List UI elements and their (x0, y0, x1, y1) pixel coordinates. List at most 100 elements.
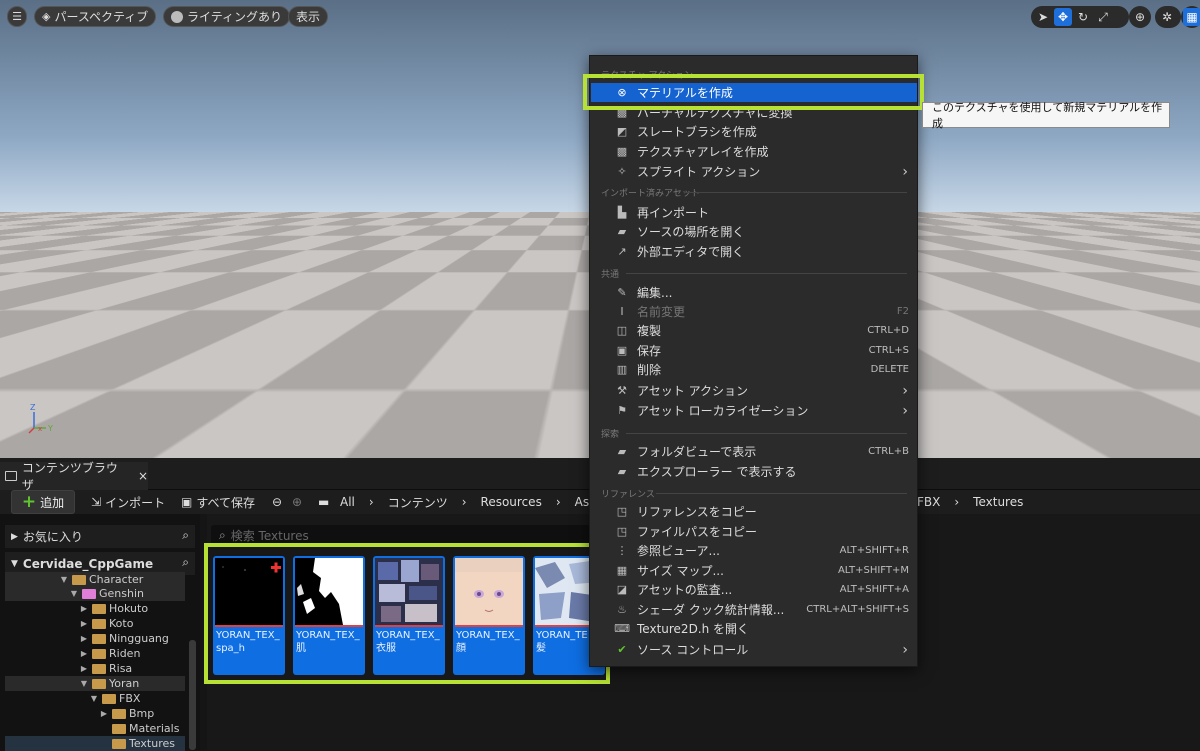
chevron-right-icon: › (902, 402, 908, 419)
sprite-icon: ✧ (617, 165, 627, 178)
menu-item[interactable]: ▰ エクスプローラー で表示する (591, 462, 917, 481)
menu-item[interactable]: ♨ シェーダ クック統計情報... CTRL+ALT+SHIFT+S (591, 600, 917, 619)
menu-item[interactable]: ⌨ Texture2D.h を開く (591, 619, 917, 638)
tree-item-label: Yoran (109, 677, 140, 690)
close-icon[interactable]: × (138, 469, 148, 483)
save-icon: ▣ (616, 344, 628, 357)
breadcrumb-tail: FBX › Textures (917, 490, 1023, 514)
layout-group: ▦ (1181, 6, 1200, 28)
menu-item[interactable]: ↗ 外部エディタで開く (591, 242, 917, 261)
show-button[interactable]: 表示 (288, 6, 329, 27)
tree-item-bmp[interactable]: ▶ Bmp (5, 706, 185, 721)
breadcrumb-item[interactable]: Resources (481, 495, 542, 509)
menu-item[interactable]: ◳ ファイルパスをコピー (591, 522, 917, 541)
back-button[interactable]: ⊖ (272, 490, 282, 514)
select-icon[interactable]: ➤ (1034, 8, 1052, 26)
chevron-right-icon[interactable]: ▶ (79, 664, 89, 673)
chevron-right-icon[interactable]: ▶ (79, 604, 89, 613)
add-button[interactable]: + 追加 (11, 490, 75, 514)
menu-item[interactable]: ▥ 削除 DELETE (591, 360, 917, 379)
chevron-right-icon[interactable]: ▶ (99, 709, 109, 718)
chevron-right-icon[interactable]: ▶ (79, 649, 89, 658)
external-icon: ↗ (617, 245, 627, 258)
source-control-icon: ✔ (617, 643, 627, 656)
arrow-left-icon: ⊖ (272, 495, 283, 509)
menu-item[interactable]: ◪ アセットの監査... ALT+SHIFT+A (591, 580, 917, 599)
copy-ref-icon: ◳ (616, 505, 628, 518)
grid-layout-icon[interactable]: ▦ (1183, 8, 1200, 26)
tree-item-textures[interactable]: Textures (5, 736, 185, 751)
chevron-right-icon: › (954, 495, 960, 509)
tree-item-koto[interactable]: ▶ Koto (5, 616, 185, 631)
menu-item-label: エクスプローラー で表示する (637, 465, 797, 479)
scale-icon[interactable]: ⤢ (1094, 8, 1112, 26)
search-icon[interactable]: ⌕ (182, 555, 189, 570)
chevron-down-icon[interactable]: ▼ (69, 589, 79, 598)
menu-item[interactable]: ✧ スプライト アクション › (591, 162, 917, 181)
menu-item-label: サイズ マップ... (637, 564, 724, 578)
menu-item[interactable]: ✔ ソース コントロール › (591, 640, 917, 659)
chevron-right-icon[interactable]: ▶ (79, 619, 89, 628)
breadcrumb-item[interactable]: Textures (973, 495, 1023, 509)
lighting-button[interactable]: ライティングあり (163, 6, 291, 27)
explorer-icon: ▰ (617, 465, 627, 478)
tree-item-character[interactable]: ▼ Character (5, 572, 185, 587)
menu-item[interactable]: ▦ サイズ マップ... ALT+SHIFT+M (591, 561, 917, 580)
folder-icon (102, 693, 116, 704)
menu-section-header: リファレンス (601, 490, 655, 500)
breadcrumb-item[interactable]: コンテンツ (388, 494, 448, 511)
breadcrumb-item[interactable]: FBX (917, 495, 940, 509)
menu-item[interactable]: ◩ スレートブラシを作成 (591, 122, 917, 141)
folder-browse-button[interactable]: ▬ (318, 490, 329, 514)
tab-content-browser[interactable]: コンテンツブラウザ × (0, 461, 148, 492)
globe-icon[interactable]: ⊕ (1131, 8, 1149, 26)
plus-icon: + (21, 492, 37, 512)
svg-text:Z: Z (30, 403, 36, 412)
chevron-right-icon: › (461, 495, 467, 509)
search-icon[interactable]: ⌕ (182, 528, 189, 543)
asset-search-input[interactable]: ⌕ 検索 Textures (211, 525, 591, 545)
menu-item-label: テクスチャアレイを作成 (637, 145, 769, 159)
tree-item-yoran[interactable]: ▼ Yoran (5, 676, 185, 691)
menu-item-shortcut: ALT+SHIFT+M (837, 565, 909, 576)
chevron-down-icon[interactable]: ▼ (89, 694, 99, 703)
menu-item[interactable]: ▣ 保存 CTRL+S (591, 341, 917, 360)
menu-item[interactable]: ▰ ソースの場所を開く (591, 222, 917, 241)
folder-icon: ▬ (318, 495, 330, 509)
menu-item[interactable]: ✎ 編集... (591, 283, 917, 302)
svg-text:Y: Y (47, 424, 53, 433)
tree-scrollbar[interactable] (189, 640, 196, 750)
menu-item[interactable]: ▩ テクスチャアレイを作成 (591, 142, 917, 161)
snap-icon[interactable]: ✲ (1158, 8, 1176, 26)
tree-item-risa[interactable]: ▶ Risa (5, 661, 185, 676)
chevron-down-icon[interactable]: ▼ (79, 679, 89, 688)
tree-item-hokuto[interactable]: ▶ Hokuto (5, 601, 185, 616)
menu-item[interactable]: ▙ 再インポート (591, 203, 917, 222)
menu-section-header: 共通 (601, 270, 620, 280)
save-all-button[interactable]: ▣ すべて保存 (181, 490, 255, 514)
menu-item[interactable]: ⚑ アセット ローカライゼーション › (591, 401, 917, 420)
menu-item[interactable]: ⚒ アセット アクション › (591, 381, 917, 400)
tree-item-genshin[interactable]: ▼ Genshin (5, 586, 185, 601)
favorites-header[interactable]: ▶ お気に入り ⌕ (5, 525, 195, 548)
rotate-icon[interactable]: ↻ (1074, 8, 1092, 26)
tree-item-fbx[interactable]: ▼ FBX (5, 691, 185, 706)
tree-item-riden[interactable]: ▶ Riden (5, 646, 185, 661)
menu-item[interactable]: ◳ リファレンスをコピー (591, 502, 917, 521)
breadcrumb: All › コンテンツ › Resources › Asse (340, 490, 603, 514)
menu-item[interactable]: ◫ 複製 CTRL+D (591, 321, 917, 340)
menu-item[interactable]: ⋮ 参照ビューア... ALT+SHIFT+R (591, 541, 917, 560)
viewport-menu-button[interactable]: ☰ (7, 6, 27, 27)
tree-item-materials[interactable]: Materials (5, 721, 185, 736)
tree-item-ningguang[interactable]: ▶ Ningguang (5, 631, 185, 646)
move-icon[interactable]: ✥ (1054, 8, 1072, 26)
forward-button[interactable]: ⊕ (292, 490, 302, 514)
chevron-right-icon[interactable]: ▶ (79, 634, 89, 643)
breadcrumb-item[interactable]: All (340, 495, 355, 509)
menu-item-shortcut: CTRL+S (868, 345, 909, 356)
import-button[interactable]: ⇲ インポート (91, 490, 165, 514)
chevron-down-icon[interactable]: ▼ (59, 575, 69, 584)
brush-icon: ◩ (616, 125, 628, 138)
perspective-button[interactable]: ◈ パースペクティブ (34, 6, 157, 27)
menu-item[interactable]: ▰ フォルダビューで表示 CTRL+B (591, 442, 917, 461)
